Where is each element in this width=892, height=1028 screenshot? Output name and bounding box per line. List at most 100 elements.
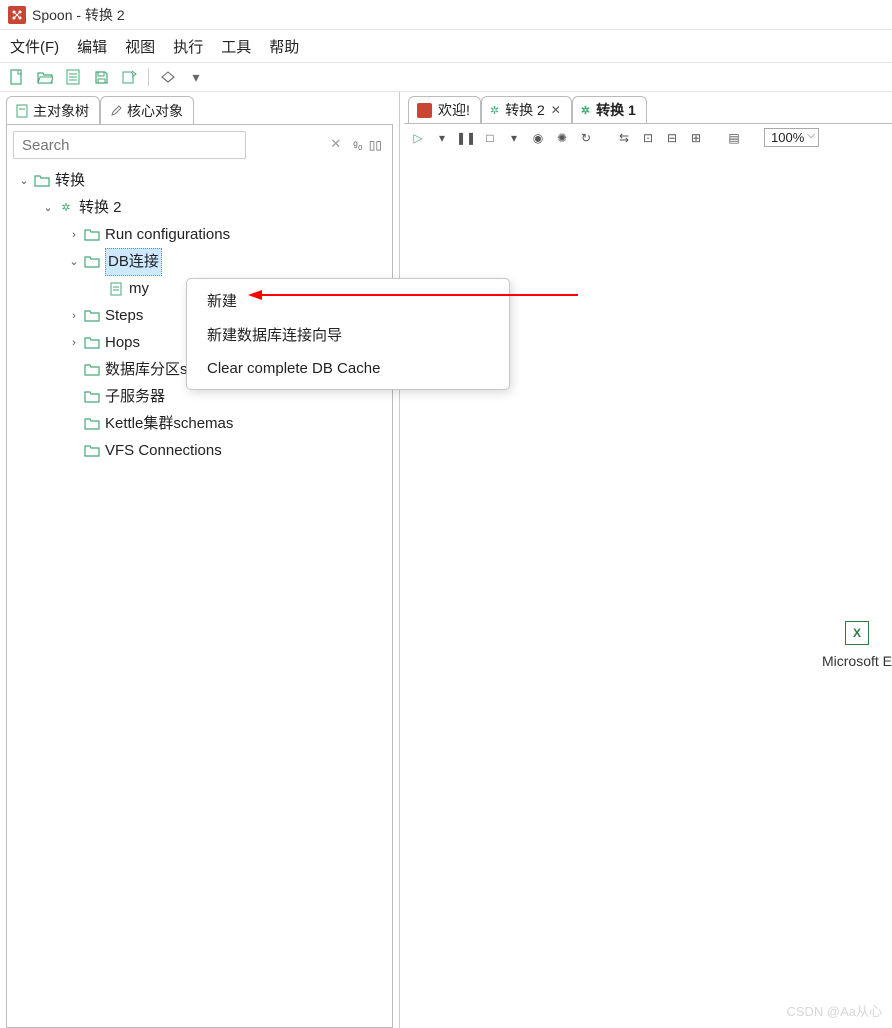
explore-icon[interactable] xyxy=(64,68,82,86)
cm-clear-cache[interactable]: Clear complete DB Cache xyxy=(187,351,509,385)
preview-icon[interactable]: ◉ xyxy=(530,130,546,146)
cm-new-wizard[interactable]: 新建数据库连接向导 xyxy=(187,317,509,351)
zoom-select[interactable]: 100% xyxy=(764,128,819,147)
folder-icon xyxy=(33,172,51,190)
menu-bar: 文件(F) 编辑 视图 执行 工具 帮助 xyxy=(0,30,892,62)
pencil-icon xyxy=(109,104,123,118)
tree-tab-icon xyxy=(15,104,29,118)
menu-run[interactable]: 执行 xyxy=(173,36,203,57)
save-as-icon[interactable] xyxy=(120,68,138,86)
panel-body: ✕ ᵍ₀ ▯▯ ⌄ 转换 ⌄ ✲ 转换 2 xyxy=(6,124,393,1028)
tab-welcome[interactable]: 欢迎! xyxy=(408,96,481,123)
folder-icon xyxy=(83,415,101,433)
app-icon xyxy=(8,6,26,24)
folder-icon xyxy=(83,226,101,244)
folder-icon xyxy=(83,442,101,460)
tree-db-conn-label: DB连接 xyxy=(105,248,162,276)
folder-icon xyxy=(83,307,101,325)
dropdown-icon[interactable]: ▾ xyxy=(187,68,205,86)
close-icon[interactable]: ✕ xyxy=(551,103,561,117)
watermark: CSDN @Aa从心 xyxy=(786,1001,882,1020)
tab-welcome-label: 欢迎! xyxy=(438,100,470,120)
pause-icon[interactable]: ❚❚ xyxy=(458,130,474,146)
impact-icon[interactable]: ⊡ xyxy=(640,130,656,146)
chevron-right-icon[interactable]: › xyxy=(67,303,81,329)
chevron-down-icon[interactable]: ⌄ xyxy=(41,195,55,221)
new-file-icon[interactable] xyxy=(8,68,26,86)
main-area: 主对象树 核心对象 ✕ ᵍ₀ ▯▯ ⌄ xyxy=(0,92,892,1028)
tree-kettle-schemas[interactable]: Kettle集群schemas xyxy=(11,410,388,437)
chevron-down-icon[interactable]: ⌄ xyxy=(17,168,31,194)
tree-sub-servers-label: 子服务器 xyxy=(105,384,165,410)
folder-icon xyxy=(83,361,101,379)
tree-db-item-label: my xyxy=(129,276,149,302)
separator xyxy=(148,68,149,86)
search-row: ✕ ᵍ₀ ▯▯ xyxy=(13,131,386,159)
folder-icon xyxy=(83,253,101,271)
stop-dropdown-icon[interactable]: ▾ xyxy=(506,130,522,146)
save-icon[interactable] xyxy=(92,68,110,86)
cm-new[interactable]: 新建 xyxy=(187,283,509,317)
search-input[interactable] xyxy=(13,131,246,159)
run-icon[interactable]: ▷ xyxy=(410,130,426,146)
tree-vfs-label: VFS Connections xyxy=(105,438,222,464)
debug-icon[interactable]: ✺ xyxy=(554,130,570,146)
sql-icon[interactable]: ⊟ xyxy=(664,130,680,146)
tree-trans-label: 转换 2 xyxy=(79,195,122,221)
tab-core-objects-label: 核心对象 xyxy=(127,101,183,121)
folder-icon xyxy=(83,334,101,352)
tree-steps-label: Steps xyxy=(105,303,143,329)
context-menu: 新建 新建数据库连接向导 Clear complete DB Cache xyxy=(186,278,510,390)
transformation-icon: ✲ xyxy=(490,104,499,117)
excel-label: Microsoft E xyxy=(822,653,892,669)
tab-trans2-label: 转换 2 xyxy=(505,100,545,120)
toolbar-top: ▾ xyxy=(0,62,892,92)
tab-trans2[interactable]: ✲ 转换 2 ✕ xyxy=(481,96,572,123)
explore-db-icon[interactable]: ⊞ xyxy=(688,130,704,146)
chevron-down-icon[interactable]: ⌄ xyxy=(67,249,81,275)
folder-icon xyxy=(83,388,101,406)
perspective-icon[interactable] xyxy=(159,68,177,86)
stop-icon[interactable]: □ xyxy=(482,130,498,146)
tree-hops-label: Hops xyxy=(105,330,140,356)
clear-search-icon[interactable]: ✕ xyxy=(330,136,341,152)
transformation-icon: ✲ xyxy=(581,104,590,117)
expand-icon[interactable]: ᵍ₀ xyxy=(353,138,363,152)
run-dropdown-icon[interactable]: ▾ xyxy=(434,130,450,146)
chevron-right-icon[interactable]: › xyxy=(67,222,81,248)
verify-icon[interactable]: ⇆ xyxy=(616,130,632,146)
panel-tabs: 主对象树 核心对象 xyxy=(6,96,393,125)
left-panel: 主对象树 核心对象 ✕ ᵍ₀ ▯▯ ⌄ xyxy=(0,92,400,1028)
chevron-right-icon[interactable]: › xyxy=(67,330,81,356)
doc-tabs: 欢迎! ✲ 转换 2 ✕ ✲ 转换 1 xyxy=(404,96,892,123)
excel-icon: X xyxy=(845,621,869,645)
tree-trans[interactable]: ⌄ ✲ 转换 2 xyxy=(11,194,388,221)
menu-file[interactable]: 文件(F) xyxy=(10,36,59,57)
tab-core-objects[interactable]: 核心对象 xyxy=(100,96,194,125)
show-results-icon[interactable]: ▤ xyxy=(726,130,742,146)
tree-db-conn[interactable]: ⌄ DB连接 xyxy=(11,248,388,275)
excel-step[interactable]: X Microsoft E xyxy=(822,621,892,669)
tree-root[interactable]: ⌄ 转换 xyxy=(11,167,388,194)
replay-icon[interactable]: ↻ xyxy=(578,130,594,146)
canvas-toolbar: ▷ ▾ ❚❚ □ ▾ ◉ ✺ ↻ ⇆ ⊡ ⊟ ⊞ ▤ 100% xyxy=(404,123,892,151)
tree-kettle-schemas-label: Kettle集群schemas xyxy=(105,411,233,437)
tree-root-label: 转换 xyxy=(55,168,85,194)
tab-main-tree[interactable]: 主对象树 xyxy=(6,96,100,125)
collapse-icon[interactable]: ▯▯ xyxy=(369,138,382,152)
tree-run-config-label: Run configurations xyxy=(105,222,230,248)
open-icon[interactable] xyxy=(36,68,54,86)
menu-view[interactable]: 视图 xyxy=(125,36,155,57)
title-bar: Spoon - 转换 2 xyxy=(0,0,892,30)
window-title: Spoon - 转换 2 xyxy=(32,5,125,25)
tab-trans1[interactable]: ✲ 转换 1 xyxy=(572,96,647,123)
tree-vfs[interactable]: VFS Connections xyxy=(11,437,388,464)
tab-main-tree-label: 主对象树 xyxy=(33,101,89,121)
menu-tools[interactable]: 工具 xyxy=(221,36,251,57)
transformation-icon: ✲ xyxy=(57,199,75,217)
tab-trans1-label: 转换 1 xyxy=(596,100,636,120)
right-panel: 欢迎! ✲ 转换 2 ✕ ✲ 转换 1 ▷ ▾ ❚❚ □ ▾ ◉ ✺ ↻ ⇆ ⊡… xyxy=(400,92,892,1028)
menu-help[interactable]: 帮助 xyxy=(269,36,299,57)
tree-run-config[interactable]: › Run configurations xyxy=(11,221,388,248)
menu-edit[interactable]: 编辑 xyxy=(77,36,107,57)
